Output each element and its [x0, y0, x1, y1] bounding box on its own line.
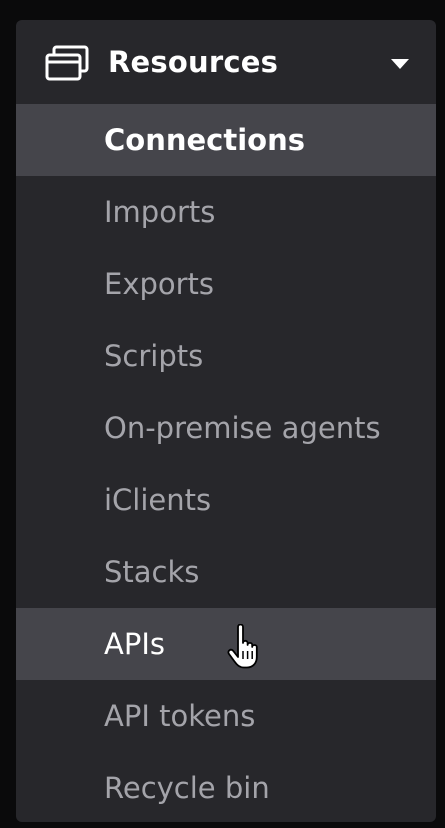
caret-down-icon[interactable] — [390, 58, 410, 70]
menu-item-label: Imports — [104, 195, 216, 229]
hand-pointer-icon — [227, 624, 258, 669]
resources-title: Resources — [108, 45, 279, 79]
menu-item-label: Scripts — [104, 339, 204, 373]
menu-item-label: API tokens — [104, 699, 256, 733]
menu-item-label: On-premise agents — [104, 411, 381, 445]
resources-menu-header[interactable]: Resources — [16, 20, 436, 104]
menu-item-label: Connections — [104, 123, 305, 157]
menu-item-label: Recycle bin — [104, 771, 270, 805]
menu-item-iclients[interactable]: iClients — [16, 464, 436, 536]
menu-item-recycle-bin[interactable]: Recycle bin — [16, 752, 436, 822]
menu-item-imports[interactable]: Imports — [16, 176, 436, 248]
menu-item-label: Stacks — [104, 555, 200, 589]
menu-item-api-tokens[interactable]: API tokens — [16, 680, 436, 752]
windows-stack-icon — [45, 45, 89, 81]
menu-item-on-premise-agents[interactable]: On-premise agents — [16, 392, 436, 464]
menu-item-label: Exports — [104, 267, 215, 301]
menu-item-exports[interactable]: Exports — [16, 248, 436, 320]
resources-menu-panel: Resources Connections Imports Exports Sc… — [16, 20, 436, 822]
menu-item-stacks[interactable]: Stacks — [16, 536, 436, 608]
menu-item-scripts[interactable]: Scripts — [16, 320, 436, 392]
menu-item-label: iClients — [104, 483, 212, 517]
menu-item-connections[interactable]: Connections — [16, 104, 436, 176]
menu-item-label: APIs — [104, 627, 165, 661]
